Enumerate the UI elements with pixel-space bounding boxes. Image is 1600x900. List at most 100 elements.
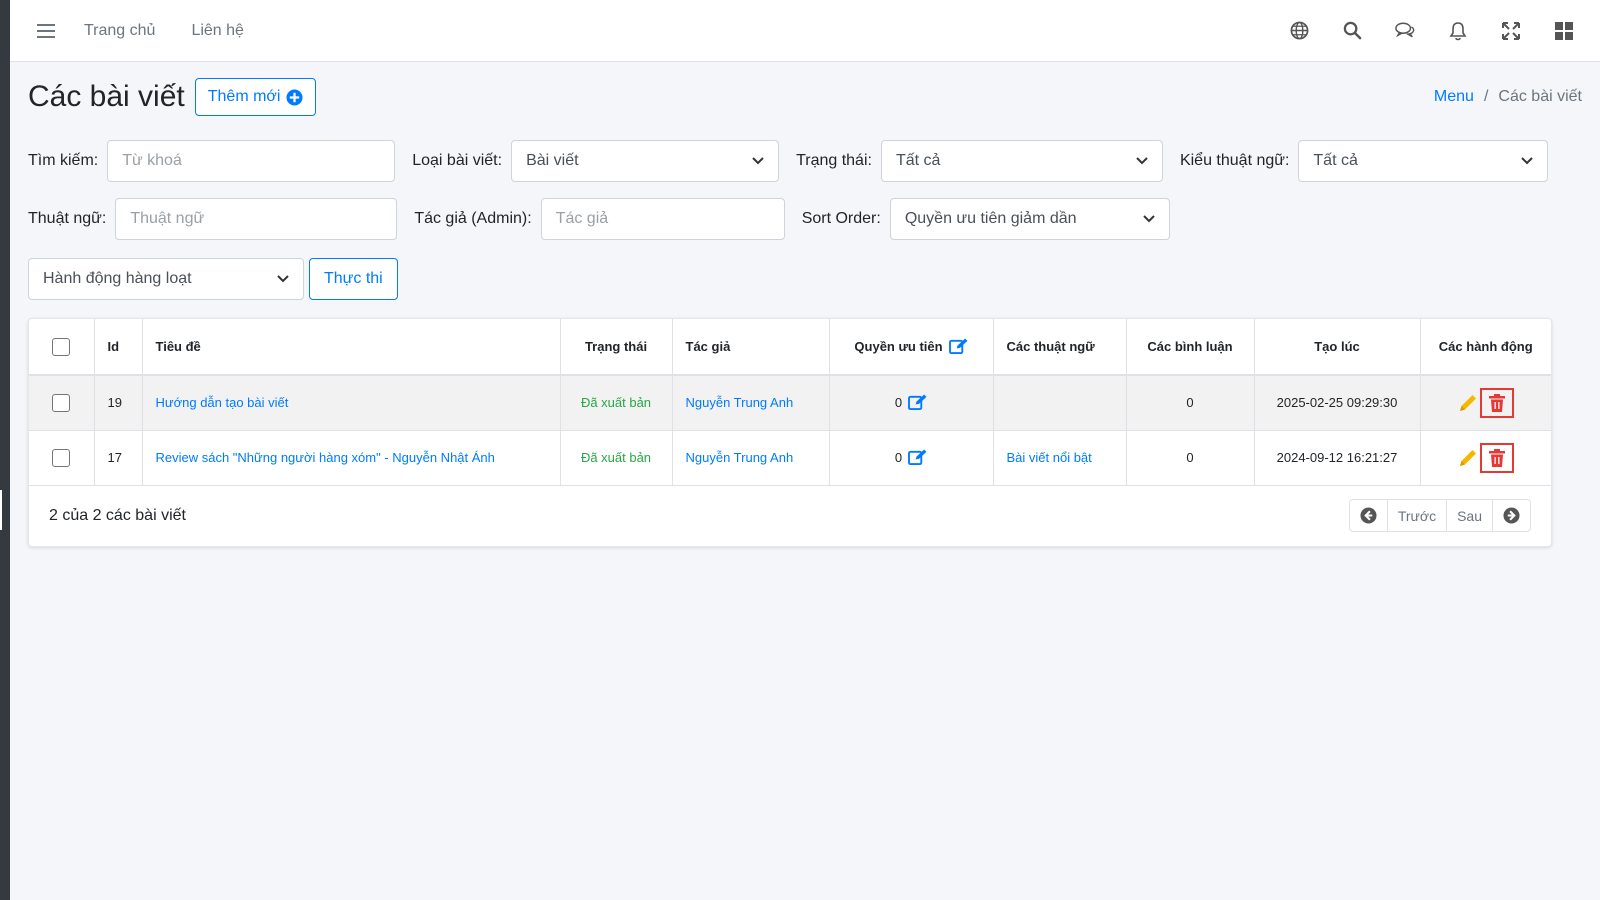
row-priority: 0	[894, 395, 903, 411]
breadcrumb: Menu / Các bài viết	[1434, 88, 1582, 106]
row-id: 19	[94, 375, 143, 431]
status-value: Tất cả	[895, 152, 941, 169]
posts-table: Id Tiêu đề Trạng thái Tác giả Quyền ưu t…	[29, 319, 1551, 486]
bell-icon[interactable]	[1448, 21, 1468, 41]
row-checkbox[interactable]	[52, 393, 71, 412]
pencil-icon[interactable]	[1458, 448, 1478, 468]
hamburger-menu-icon[interactable]	[34, 19, 58, 43]
row-title-link[interactable]: Hướng dẫn tạo bài viết	[156, 395, 289, 410]
row-author-link[interactable]: Nguyễn Trung Anh	[686, 395, 794, 410]
edit-icon[interactable]	[908, 394, 927, 411]
sidebar-edge	[0, 0, 10, 900]
prev-page-button[interactable]: Trước	[1388, 500, 1448, 531]
col-header-actions: Các hành động	[1420, 319, 1551, 376]
row-status: Đã xuất bản	[560, 375, 673, 431]
term-type-select[interactable]: Tất cả	[1298, 140, 1549, 182]
prev-arrow-button[interactable]	[1350, 500, 1388, 531]
chat-icon[interactable]	[1395, 21, 1415, 41]
col-header-id[interactable]: Id	[94, 319, 143, 376]
post-type-label: Loại bài viết:	[412, 152, 503, 169]
pagination: Trước Sau	[1348, 499, 1531, 532]
term-input[interactable]: Thuật ngữ	[115, 198, 398, 240]
chevron-down-icon	[1143, 215, 1155, 223]
globe-icon[interactable]	[1289, 21, 1309, 41]
delete-button[interactable]	[1479, 442, 1514, 473]
fullscreen-icon[interactable]	[1501, 21, 1521, 41]
bulk-action-select[interactable]: Hành động hàng loạt	[28, 258, 304, 300]
trash-icon	[1488, 393, 1505, 412]
filter-row-2: Thuật ngữ: Thuật ngữ Tác giả (Admin): Tá…	[28, 198, 1582, 240]
edit-icon[interactable]	[948, 338, 968, 355]
author-input[interactable]: Tác giả	[540, 198, 785, 240]
row-author-link[interactable]: Nguyễn Trung Anh	[686, 450, 794, 465]
edit-icon[interactable]	[908, 449, 927, 466]
breadcrumb-separator: /	[1483, 88, 1489, 105]
pencil-icon[interactable]	[1458, 393, 1478, 413]
col-header-title[interactable]: Tiêu đề	[142, 319, 561, 376]
chevron-down-icon	[1521, 157, 1534, 165]
table-row: 19 Hướng dẫn tạo bài viết Đã xuất bản Ng…	[29, 375, 1551, 431]
execute-button[interactable]: Thực thi	[309, 258, 398, 300]
table-footer: 2 của 2 các bài viết Trước Sau	[29, 486, 1551, 546]
chevron-down-icon	[1136, 157, 1148, 165]
select-all-header	[29, 319, 95, 376]
row-select-cell	[29, 375, 95, 431]
row-terms[interactable]: Bài viết nổi bật	[1007, 450, 1092, 465]
plus-circle-icon	[286, 88, 303, 106]
sort-order-value: Quyền ưu tiên giảm dần	[904, 210, 1077, 227]
term-label: Thuật ngữ:	[28, 210, 107, 227]
arrow-right-circle-icon	[1503, 507, 1520, 524]
breadcrumb-menu-link[interactable]: Menu	[1434, 88, 1474, 106]
search-icon[interactable]	[1342, 21, 1362, 41]
status-select[interactable]: Tất cả	[880, 140, 1163, 182]
grid-icon[interactable]	[1554, 21, 1574, 41]
row-title-link[interactable]: Review sách "Những người hàng xóm" - Ngu…	[156, 450, 495, 465]
col-header-terms[interactable]: Các thuật ngữ	[993, 319, 1127, 376]
row-created: 2025-02-25 09:29:30	[1254, 375, 1421, 431]
col-header-priority-label: Quyền ưu tiên	[854, 339, 943, 354]
nav-link-home[interactable]: Trang chủ	[84, 22, 155, 40]
next-page-button[interactable]: Sau	[1447, 500, 1493, 531]
table-row: 17 Review sách "Những người hàng xóm" - …	[29, 430, 1551, 486]
next-arrow-button[interactable]	[1493, 500, 1530, 531]
table-header-row: Id Tiêu đề Trạng thái Tác giả Quyền ưu t…	[29, 319, 1551, 376]
row-priority: 0	[894, 450, 903, 465]
post-type-value: Bài viết	[526, 152, 579, 169]
row-status: Đã xuất bản	[560, 430, 673, 486]
row-created: 2024-09-12 16:21:27	[1254, 430, 1421, 486]
trash-icon	[1488, 448, 1505, 467]
record-count-text: 2 của 2 các bài viết	[49, 506, 186, 524]
sidebar-edge-marker	[0, 490, 2, 530]
term-type-label: Kiểu thuật ngữ:	[1179, 152, 1290, 169]
row-checkbox[interactable]	[52, 448, 71, 467]
breadcrumb-current: Các bài viết	[1498, 88, 1582, 105]
main-content: Các bài viết Thêm mới Menu / Các bài viế…	[28, 62, 1582, 547]
filter-row-1: Tìm kiếm: Từ khoá Loại bài viết: Bài viế…	[28, 140, 1582, 182]
col-header-created[interactable]: Tạo lúc	[1254, 319, 1421, 376]
select-all-checkbox[interactable]	[52, 337, 71, 356]
col-header-author[interactable]: Tác giả	[672, 319, 830, 376]
row-id: 17	[94, 430, 143, 486]
add-new-button[interactable]: Thêm mới	[194, 78, 317, 116]
posts-table-card: Id Tiêu đề Trạng thái Tác giả Quyền ưu t…	[28, 318, 1552, 547]
bulk-action-row: Hành động hàng loạt Thực thi	[28, 258, 1582, 300]
row-comments: 0	[1126, 430, 1255, 486]
sort-order-label: Sort Order:	[801, 210, 881, 227]
search-label: Tìm kiếm:	[28, 152, 99, 169]
col-header-comments[interactable]: Các bình luận	[1126, 319, 1255, 376]
top-navbar: Trang chủ Liên hệ	[10, 0, 1600, 62]
search-input[interactable]: Từ khoá	[107, 140, 396, 182]
chevron-down-icon	[277, 275, 289, 283]
post-type-select[interactable]: Bài viết	[511, 140, 780, 182]
row-select-cell	[29, 430, 95, 486]
author-label: Tác giả (Admin):	[414, 210, 532, 227]
delete-button[interactable]	[1479, 387, 1514, 418]
sort-order-select[interactable]: Quyền ưu tiên giảm dần	[889, 198, 1170, 240]
nav-link-contact[interactable]: Liên hệ	[191, 22, 244, 40]
chevron-down-icon	[752, 157, 764, 165]
col-header-status[interactable]: Trạng thái	[560, 319, 673, 376]
row-comments: 0	[1126, 375, 1255, 431]
page-title: Các bài viết	[28, 80, 185, 113]
term-type-value: Tất cả	[1313, 152, 1358, 169]
col-header-priority[interactable]: Quyền ưu tiên	[829, 319, 994, 376]
